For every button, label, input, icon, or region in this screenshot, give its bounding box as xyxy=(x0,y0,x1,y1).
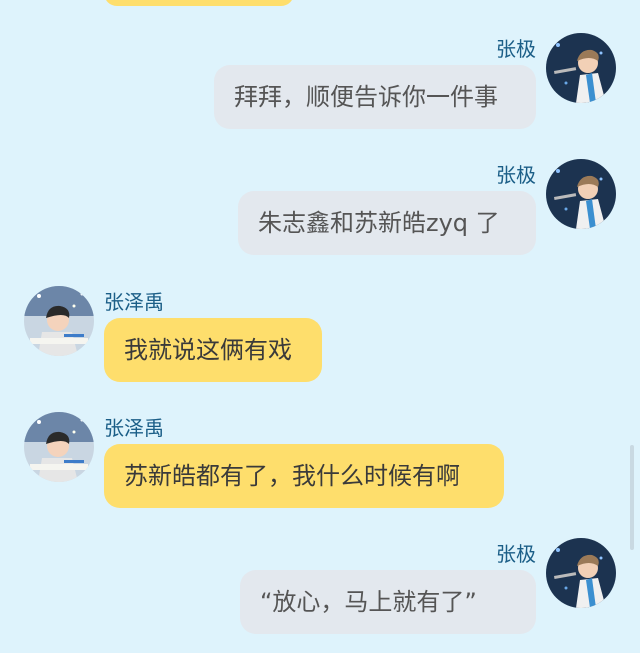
message-bubble[interactable]: 拜拜，顺便告诉你一件事 xyxy=(214,65,536,129)
sender-name: 张泽禹 xyxy=(104,416,164,440)
sender-name: 张泽禹 xyxy=(104,290,164,314)
avatar[interactable] xyxy=(24,412,94,482)
sender-name: 张极 xyxy=(496,37,536,61)
avatar[interactable] xyxy=(546,159,616,229)
avatar[interactable] xyxy=(546,538,616,608)
message-bubble[interactable]: “放心，马上就有了” xyxy=(240,570,536,634)
sender-name: 张极 xyxy=(496,163,536,187)
message-bubble[interactable]: 苏新皓都有了，我什么时候有啊 xyxy=(104,444,504,508)
sender-name: 张极 xyxy=(496,542,536,566)
avatar[interactable] xyxy=(24,286,94,356)
message-bubble[interactable]: 朱志鑫和苏新皓zyq 了 xyxy=(238,191,536,255)
message-bubble[interactable]: 我就说这俩有戏 xyxy=(104,318,322,382)
avatar[interactable] xyxy=(546,33,616,103)
scrollbar[interactable] xyxy=(630,445,634,550)
previous-message-bubble xyxy=(104,0,294,6)
